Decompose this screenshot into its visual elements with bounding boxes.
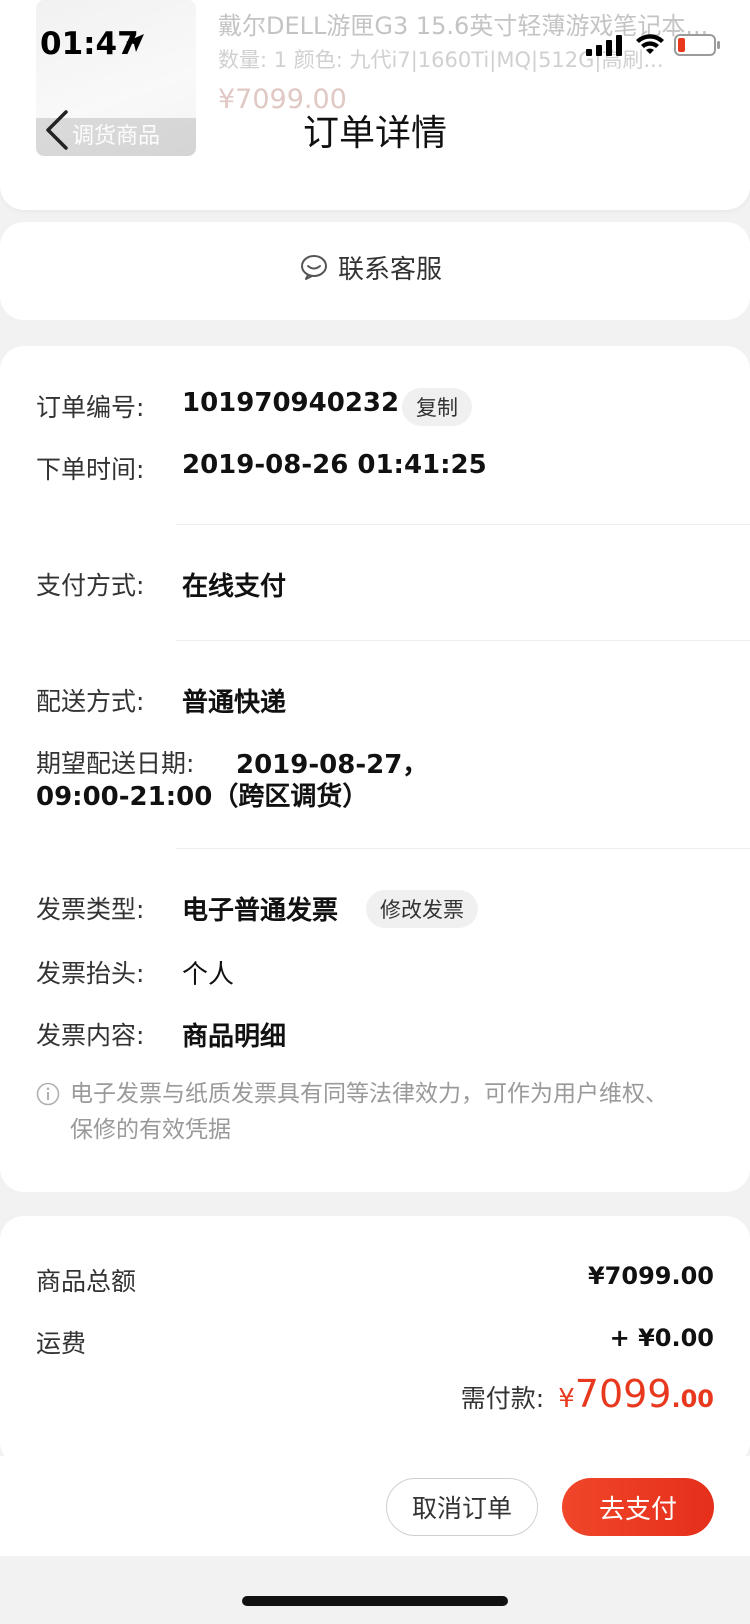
- divider: [176, 640, 750, 641]
- order-number-label: 订单编号:: [36, 393, 145, 422]
- amount-due-integer: 7099: [574, 1372, 672, 1416]
- expected-delivery-window: 09:00-21:00（跨区调货）: [36, 782, 369, 812]
- cellular-signal-icon: [586, 35, 622, 56]
- location-arrow-icon: [126, 34, 144, 52]
- amount-due: 需付款: ¥ 7099 .00: [461, 1372, 714, 1416]
- amount-due-decimal: .00: [671, 1385, 714, 1413]
- goods-total-value: ¥7099.00: [587, 1262, 714, 1290]
- home-indicator-area: [0, 1556, 750, 1624]
- payment-method-value: 在线支付: [182, 572, 287, 602]
- order-time-value: 2019-08-26 01:41:25: [182, 450, 487, 480]
- cancel-order-button[interactable]: 取消订单: [386, 1478, 538, 1536]
- battery-low-icon: [674, 34, 720, 56]
- chat-bubble-icon: [301, 255, 327, 280]
- contact-service-button[interactable]: 联系客服: [300, 242, 442, 292]
- invoice-note-line2: 保修的有效凭据: [70, 1117, 231, 1143]
- modify-invoice-button[interactable]: 修改发票: [366, 890, 478, 928]
- shipping-fee-value: + ¥0.00: [609, 1324, 714, 1352]
- shipping-fee-label: 运费: [36, 1329, 87, 1358]
- invoice-content-value: 商品明细: [182, 1022, 287, 1052]
- invoice-header-value: 个人: [182, 960, 235, 990]
- expected-delivery-label: 期望配送日期:: [36, 749, 195, 778]
- payment-method-label: 支付方式:: [36, 571, 145, 600]
- delivery-method-label: 配送方式:: [36, 687, 145, 716]
- divider: [176, 524, 750, 525]
- wifi-icon: [636, 34, 664, 54]
- delivery-method-value: 普通快递: [182, 688, 287, 718]
- order-time-label: 下单时间:: [36, 455, 145, 484]
- amount-due-label: 需付款:: [460, 1384, 545, 1413]
- goods-total-label: 商品总额: [36, 1267, 137, 1296]
- pay-button[interactable]: 去支付: [562, 1478, 714, 1536]
- copy-order-number-button[interactable]: 复制: [402, 388, 472, 426]
- divider: [176, 848, 750, 849]
- order-number-value: 101970940232: [182, 388, 400, 418]
- page-title: 订单详情: [302, 113, 447, 154]
- amount-due-currency: ¥: [558, 1384, 575, 1414]
- home-indicator[interactable]: [242, 1596, 508, 1606]
- invoice-content-label: 发票内容:: [36, 1021, 145, 1050]
- contact-service-label: 联系客服: [338, 254, 443, 285]
- info-icon: [36, 1082, 60, 1106]
- invoice-header-label: 发票抬头:: [36, 959, 145, 988]
- invoice-note-line1: 电子发票与纸质发票具有同等法律效力，可作为用户维权、: [70, 1081, 668, 1107]
- invoice-type-value: 电子普通发票: [182, 896, 339, 926]
- invoice-type-label: 发票类型:: [36, 895, 145, 924]
